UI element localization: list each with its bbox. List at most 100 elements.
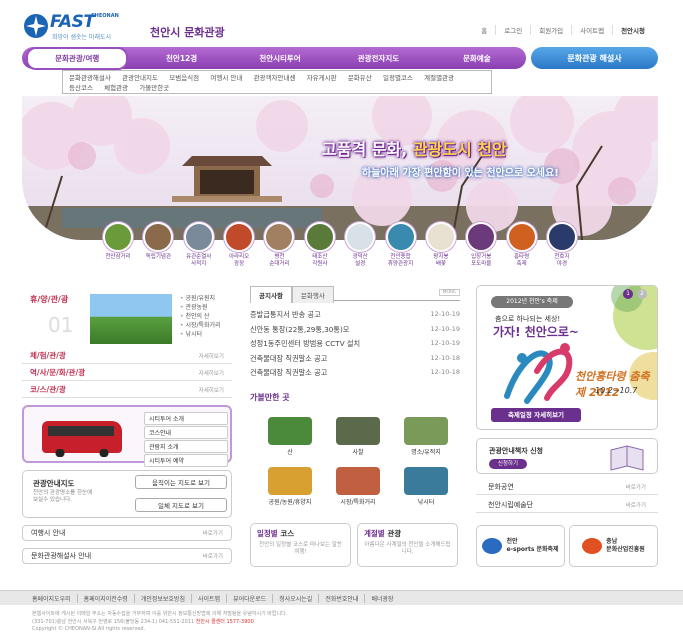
place-category[interactable]: 공원/농원/휴양지 [258, 460, 322, 506]
attraction-thumb[interactable]: 아라리오 광장 [221, 222, 257, 274]
hyu-list-item[interactable]: 관광농원 [180, 303, 221, 312]
hyu-list-item[interactable]: 천안의 산 [180, 312, 221, 321]
submenu-item[interactable]: 일정별코스 [383, 74, 413, 82]
place-category[interactable]: 시장/특화거리 [326, 460, 390, 506]
course-box[interactable]: 일정별 코스 천안의 일정별 코스로 떠나보는 알찬여행! [250, 523, 351, 567]
submenu-item[interactable]: 관광객자안내센 [254, 74, 296, 82]
submenu-item[interactable]: 등산코스 [69, 84, 93, 92]
row-more[interactable]: 바로가기 [626, 501, 646, 509]
gnb-item-citytour[interactable]: 천안시티투어 [231, 53, 329, 64]
footer-link[interactable]: 홈페이지이전수령 [76, 593, 134, 603]
guide-intro-row[interactable]: 문화관광해설사 안내 바로가기 [22, 548, 232, 564]
notice-row[interactable]: 건축물대장 직권말소 공고 12-10-18 [250, 354, 460, 369]
submenu-item[interactable]: 문화유산 [348, 74, 372, 82]
notice-row[interactable]: 증발급통지서 반송 공고 12-10-19 [250, 310, 460, 325]
attraction-thumb[interactable]: 천안삼거리 [100, 222, 136, 274]
top-link-join[interactable]: 회원가입 [530, 25, 571, 35]
attraction-thumb[interactable]: 독립기념관 [140, 222, 176, 274]
attraction-thumb[interactable]: 흥타령 축제 [504, 222, 540, 274]
logo[interactable]: FAST CHEONAN 희망이 샘솟는 미래도시 [22, 10, 147, 42]
submenu-item[interactable]: 체험관광 [104, 84, 128, 92]
footer-link[interactable]: 청사오시는길 [272, 593, 318, 603]
ctia-banner[interactable]: 충남 문화산업진흥원 [569, 525, 658, 567]
travel-guide-row[interactable]: 여행시 안내 바로가기 [22, 525, 232, 541]
category-row-history[interactable]: 역/사/문/화/관/광 자세히보기 [22, 365, 232, 381]
festival-detail-button[interactable]: 축제일정 자세히보기 [491, 408, 581, 422]
full-map-button[interactable]: 일체 지도로 보기 [135, 498, 227, 512]
footer-link[interactable]: 홈페이지도우미 [32, 594, 77, 603]
submenu-item[interactable]: 가볼만한곳 [139, 84, 169, 92]
moving-map-button[interactable]: 움직이는 지도로 보기 [135, 475, 227, 489]
attraction-thumb[interactable]: 유관순열사 사적지 [181, 222, 217, 274]
hyu-list-item[interactable]: 시장/특화거리 [180, 321, 220, 330]
top-link-home[interactable]: 홈 [473, 25, 495, 35]
notice-row[interactable]: 건축물대장 직권말소 공고 12-10-18 [250, 368, 460, 383]
festival-page-1[interactable]: 1 [623, 289, 633, 299]
footer-link[interactable]: 배너광장 [364, 593, 399, 603]
city-tour-link[interactable]: 코스안내 [144, 426, 228, 439]
city-tour-link[interactable]: 시티투어 예약 [144, 454, 228, 467]
more-button[interactable]: MORE [438, 289, 460, 296]
attraction-thumb[interactable]: 병천 순대거리 [261, 222, 297, 274]
submenu-item[interactable]: 자유게시판 [307, 74, 337, 82]
festival-banner[interactable]: 1 2 2012년 천안's 축제 춤으로 하나되는 세상! 가자! 천안으로~… [476, 285, 658, 430]
notice-row[interactable]: 신안동 통장(22통,29통,30통)모 12-10-19 [250, 325, 460, 340]
row-more[interactable]: 바로가기 [203, 552, 223, 560]
attraction-thumb[interactable]: 왕지봉 배꽃 [423, 222, 459, 274]
guidebook-apply-button[interactable]: 신청하기 [489, 459, 527, 469]
notice-title[interactable]: 증발급통지서 반송 공고 [250, 310, 321, 325]
hyu-list-item[interactable]: 낚시터 [180, 330, 221, 339]
category-more[interactable]: 자세히보기 [199, 369, 224, 377]
city-tour-link[interactable]: 관람지 소개 [144, 440, 228, 453]
submenu-item[interactable]: 여행시 안내 [210, 74, 242, 82]
season-box[interactable]: 계절별 관광 아름다운 사계절의 천안을 소개해드립니다. [357, 523, 458, 567]
notice-title[interactable]: 성정1동주민센터 방범용 CCTV 설치 [250, 339, 360, 354]
attraction-thumb[interactable]: 천호지 야경 [544, 222, 580, 274]
submenu-item[interactable]: 모범음식점 [169, 74, 199, 82]
attraction-thumb[interactable]: 천안종합 휴양관광지 [383, 222, 419, 274]
performance-row[interactable]: 문화공연 바로가기 [476, 479, 658, 495]
place-category[interactable]: 산 [258, 410, 322, 456]
gnb-item-map[interactable]: 관광전자지도 [329, 53, 427, 64]
top-link-login[interactable]: 로그인 [495, 25, 530, 35]
notice-title[interactable]: 신안동 통장(22통,29통,30통)모 [250, 325, 349, 340]
notice-title[interactable]: 건축물대장 직권말소 공고 [250, 368, 327, 383]
footer-link[interactable]: 뷰어다운로드 [226, 593, 272, 603]
attraction-thumb[interactable]: 태조산 각원사 [302, 222, 338, 274]
art-troupe-row[interactable]: 천안시립예술단 바로가기 [476, 497, 658, 513]
tab-notice[interactable]: 공지사항 [250, 286, 292, 303]
gnb-item-12views[interactable]: 천안12경 [132, 53, 230, 64]
footer-link[interactable]: 전화번호안내 [318, 593, 364, 603]
row-more[interactable]: 바로가기 [626, 483, 646, 491]
top-link-sitemap[interactable]: 사이트맵 [571, 25, 612, 35]
footer-link[interactable]: 사이트맵 [190, 593, 226, 603]
submenu-item[interactable]: 문화관광해설사 [69, 74, 111, 82]
category-row-course[interactable]: 코/스/관/광 자세히보기 [22, 382, 232, 398]
category-row-experience[interactable]: 체/험/관/광 자세히보기 [22, 348, 232, 364]
festival-page-2[interactable]: 2 [637, 289, 647, 299]
bus-image[interactable] [42, 421, 122, 457]
footer-link[interactable]: 개인정보보호방침 [133, 593, 191, 603]
tour-guide-button[interactable]: 문화관광 해설사 [531, 47, 658, 69]
category-more[interactable]: 자세히보기 [199, 352, 224, 360]
place-category[interactable]: 사찰 [326, 410, 390, 456]
hyu-list-item[interactable]: 공원/유원지 [180, 294, 221, 303]
submenu-item[interactable]: 관광안내지도 [122, 74, 158, 82]
submenu-item[interactable]: 계절별관광 [424, 74, 454, 82]
notice-row[interactable]: 성정1동주민센터 방범용 CCTV 설치 12-10-19 [250, 339, 460, 354]
place-category[interactable]: 낚시터 [394, 460, 458, 506]
site-title[interactable]: 천안시 문화관광 [150, 24, 225, 40]
city-tour-link[interactable]: 시티투어 소개 [144, 412, 228, 425]
attraction-thumb[interactable]: 광덕산 설경 [342, 222, 378, 274]
attraction-thumb[interactable]: 입장거봉 포도마을 [463, 222, 499, 274]
gnb-item-arts[interactable]: 문화예술 [428, 53, 526, 64]
place-category[interactable]: 명소/유적지 [394, 410, 458, 456]
gnb-item-culture[interactable]: 문화관광/여행 [26, 46, 129, 70]
row-more[interactable]: 바로가기 [203, 529, 223, 537]
top-link-cityhall[interactable]: 천안시청 [612, 25, 653, 35]
notice-title[interactable]: 건축물대장 직권말소 공고 [250, 354, 327, 369]
tab-events[interactable]: 문화행사 [291, 286, 334, 303]
category-more[interactable]: 자세히보기 [199, 386, 224, 394]
esports-banner[interactable]: 천안 e-sports 문화축제 [476, 525, 565, 567]
hyu-title[interactable]: 휴/양/관/광 [30, 294, 68, 305]
